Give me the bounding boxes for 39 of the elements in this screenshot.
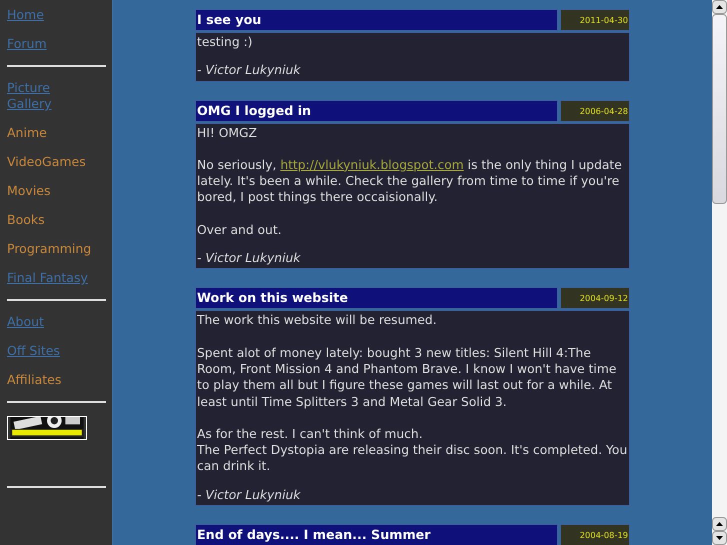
scroll-up-button[interactable] bbox=[712, 517, 727, 531]
nav-item[interactable]: Affiliates bbox=[7, 372, 106, 388]
up-arrow-icon bbox=[716, 5, 723, 9]
nav-item[interactable]: VideoGames bbox=[7, 154, 106, 170]
post-paragraph: The work this website will be resumed. bbox=[197, 312, 438, 329]
post-date: 2004-08-19 bbox=[560, 524, 630, 545]
nav-link[interactable]: About bbox=[7, 314, 92, 330]
blog-link[interactable]: http://vlukyniuk.blogspot.com bbox=[280, 158, 464, 172]
post-author: - Victor Lukyniuk bbox=[197, 486, 302, 504]
nav-item[interactable]: Programming bbox=[7, 241, 106, 257]
nav-link[interactable]: Picture Gallery bbox=[7, 80, 92, 112]
post-paragraph: Over and out. bbox=[197, 222, 283, 238]
post-date: 2006-04-28 bbox=[560, 100, 630, 122]
scrollbar[interactable] bbox=[712, 0, 727, 545]
post-paragraph: HI! OMGZ bbox=[197, 124, 258, 141]
post-date: 2004-09-12 bbox=[560, 287, 630, 310]
scroll-up-button[interactable] bbox=[712, 0, 727, 14]
post-title: End of days.... I mean... Summer bbox=[195, 524, 558, 545]
down-arrow-icon bbox=[716, 536, 723, 540]
nav-item[interactable]: Anime bbox=[7, 125, 106, 141]
scroll-thumb[interactable] bbox=[712, 14, 727, 204]
post-paragraph: Spent alot of money lately: bought 3 new titles: Silent Hill 4:The Room, Front Mission 4 and Phantom Brave. I know I won't have time to play them all but I figure these games will last out for a while. At least until Time Splitters 3 and Metal Gear Solid 3. bbox=[197, 344, 618, 410]
post-paragraph: No seriously, http://vlukyniuk.blogspot.com is the only thing I update lately. It's been a while. Check the gallery from time to time if you're bored, I post things there occaisionally. bbox=[197, 156, 623, 206]
post-title: OMG I logged in bbox=[195, 100, 558, 122]
nav-item[interactable]: Movies bbox=[7, 183, 106, 199]
post-title: Work on this website bbox=[195, 287, 558, 310]
post-date: 2011-04-30 bbox=[560, 9, 630, 31]
post-paragraph: testing :) bbox=[197, 34, 254, 50]
post-author: - Victor Lukyniuk bbox=[197, 250, 302, 268]
up-arrow-icon bbox=[716, 522, 723, 526]
post-title: I see you bbox=[195, 9, 558, 31]
post-author: - Victor Lukyniuk bbox=[197, 62, 302, 80]
nav-link[interactable]: Off Sites bbox=[7, 343, 92, 359]
nav-link[interactable]: Final Fantasy bbox=[7, 270, 92, 286]
post-paragraph: As for the rest. I can't think of much. The Perfect Dystopia are releasing their disc soon. It's completed. You can drink it. bbox=[197, 426, 628, 475]
scroll-down-button[interactable] bbox=[712, 531, 727, 545]
nav-link[interactable]: Forum bbox=[7, 36, 92, 52]
nav-item[interactable]: Books bbox=[7, 212, 106, 228]
nav-link[interactable]: Home bbox=[7, 7, 92, 23]
